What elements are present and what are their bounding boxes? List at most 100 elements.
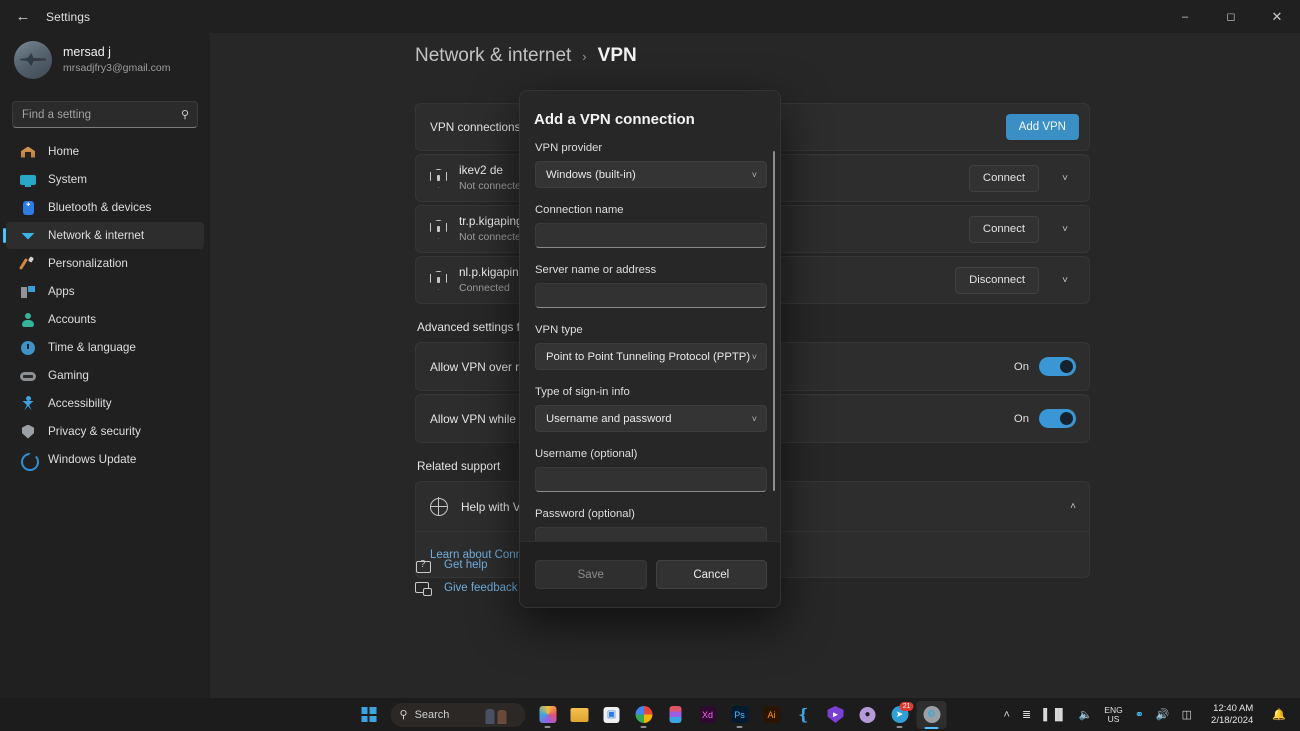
- add-vpn-button[interactable]: Add VPN: [1005, 114, 1079, 140]
- shield-app-icon: ►: [827, 706, 844, 723]
- taskbar-shield-app[interactable]: ►: [821, 701, 851, 729]
- field-label: Connection name: [535, 204, 624, 216]
- search-input[interactable]: [22, 108, 172, 121]
- get-help-link[interactable]: Get help: [415, 553, 518, 576]
- taskbar-photoshop[interactable]: Ps: [725, 701, 755, 729]
- give-feedback-link[interactable]: Give feedback: [415, 576, 518, 599]
- microsoft-store-icon: ▣: [603, 706, 620, 723]
- toggle-roaming[interactable]: [1039, 409, 1076, 428]
- vpn-shield-icon: [430, 271, 447, 290]
- vpn-disconnect-button[interactable]: Disconnect: [955, 266, 1039, 294]
- taskbar-settings[interactable]: ⚙: [916, 700, 947, 729]
- taskbar-store[interactable]: ▣: [597, 701, 627, 729]
- sidebar-item-personalization[interactable]: Personalization: [6, 250, 204, 277]
- bell-icon[interactable]: 🔔: [1266, 698, 1292, 731]
- field-password: Password (optional): [520, 508, 780, 543]
- sliders-icon[interactable]: ≣: [1016, 698, 1037, 731]
- sidebar-item-privacy[interactable]: Privacy & security: [6, 418, 204, 445]
- taskbar-telegram[interactable]: ➤ 21: [885, 701, 915, 729]
- vpn-type-select[interactable]: Point to Point Tunneling Protocol (PPTP)…: [535, 343, 767, 370]
- chevron-down-icon[interactable]: ˅: [1051, 173, 1079, 184]
- vpn-connect-button[interactable]: Connect: [968, 215, 1039, 243]
- figma-icon: [669, 706, 682, 723]
- microphone-icon[interactable]: 🔈: [1073, 698, 1099, 731]
- close-button[interactable]: ✕: [1254, 0, 1300, 33]
- system-tray: ˄ ≣ ▌▐▌ 🔈 ENG US ⚭ 🔊 ◫ 12:40 AM 2/18/202…: [998, 698, 1292, 731]
- illustrator-icon: Ai: [763, 706, 780, 723]
- update-icon: [20, 452, 39, 471]
- window-title: Settings: [46, 9, 91, 24]
- sidebar-item-gaming[interactable]: Gaming: [6, 362, 204, 389]
- taskbar-search[interactable]: ⚲ Search: [390, 702, 526, 727]
- dialog-scrollbar[interactable]: [773, 151, 775, 491]
- maximize-button[interactable]: ◻: [1208, 0, 1254, 33]
- save-button[interactable]: Save: [535, 560, 647, 589]
- start-button[interactable]: [354, 701, 384, 729]
- taskbar-file-explorer[interactable]: [565, 701, 595, 729]
- account-profile[interactable]: mersad j mrsadjfry3@gmail.com: [0, 33, 210, 91]
- username-input[interactable]: [535, 467, 767, 492]
- minimize-button[interactable]: –: [1162, 0, 1208, 33]
- sidebar-item-home[interactable]: Home: [6, 138, 204, 165]
- battery-icon[interactable]: ◫: [1176, 698, 1198, 731]
- volume-icon[interactable]: 🔊: [1150, 698, 1176, 731]
- server-name-input[interactable]: [535, 283, 767, 308]
- sidebar-item-accessibility[interactable]: Accessibility: [6, 390, 204, 417]
- sidebar-item-label: Bluetooth & devices: [48, 201, 152, 214]
- page-title: VPN: [597, 45, 637, 66]
- field-label: Username (optional): [535, 448, 638, 460]
- connection-name-input[interactable]: [535, 223, 767, 248]
- sidebar-item-apps[interactable]: Apps: [6, 278, 204, 305]
- signin-type-select[interactable]: Username and password ˅: [535, 405, 767, 432]
- add-vpn-dialog: Add a VPN connection VPN provider Window…: [519, 90, 781, 608]
- sidebar-item-time[interactable]: Time & language: [6, 334, 204, 361]
- equalizer-icon[interactable]: ▌▐▌: [1037, 698, 1072, 731]
- network-icon[interactable]: ⚭: [1129, 698, 1150, 731]
- chevron-down-icon[interactable]: ˅: [1051, 275, 1079, 286]
- chevron-up-icon[interactable]: ˄: [1070, 501, 1076, 512]
- select-value: Point to Point Tunneling Protocol (PPTP): [546, 350, 751, 363]
- taskbar-vscode[interactable]: ❴: [789, 701, 819, 729]
- taskbar-figma[interactable]: [661, 701, 691, 729]
- chevron-down-icon[interactable]: ˅: [1051, 224, 1079, 235]
- wifi-icon: [20, 228, 36, 244]
- search-container: ⚲: [12, 101, 198, 128]
- vpn-shield-icon: [430, 220, 447, 239]
- taskbar: ⚲ Search ▣ Xd Ps Ai ❴ ► ● ➤ 21 ⚙ ˄ ≣ ▌▐▌…: [0, 698, 1300, 731]
- shield-icon: [20, 424, 36, 440]
- vpn-provider-select[interactable]: Windows (built-in) ˅: [535, 161, 767, 188]
- taskbar-illustrator[interactable]: Ai: [757, 701, 787, 729]
- breadcrumb-parent[interactable]: Network & internet: [415, 45, 571, 67]
- taskbar-github[interactable]: ●: [853, 701, 883, 729]
- search-icon: ⚲: [180, 109, 189, 121]
- cancel-button[interactable]: Cancel: [655, 560, 767, 589]
- sidebar-item-network[interactable]: Network & internet: [3, 222, 204, 249]
- sidebar-item-label: Personalization: [48, 257, 128, 270]
- back-button[interactable]: ←: [0, 0, 46, 33]
- github-icon: ●: [859, 706, 876, 723]
- taskbar-photos[interactable]: [533, 701, 563, 729]
- tray-expand-chevron[interactable]: ˄: [998, 698, 1016, 731]
- settings-icon: ⚙: [923, 706, 940, 723]
- search-box[interactable]: [12, 101, 198, 128]
- select-value: Username and password: [546, 412, 672, 425]
- toggle-metered[interactable]: [1039, 357, 1076, 376]
- search-icon: ⚲: [399, 709, 408, 721]
- vpn-connect-button[interactable]: Connect: [968, 164, 1039, 192]
- clock[interactable]: 12:40 AM 2/18/2024: [1198, 698, 1266, 731]
- window-controls: – ◻ ✕: [1162, 0, 1300, 33]
- account-icon: [20, 312, 36, 328]
- give-feedback-label: Give feedback: [444, 581, 518, 594]
- sidebar-item-bluetooth[interactable]: Bluetooth & devices: [6, 194, 204, 221]
- sidebar-item-accounts[interactable]: Accounts: [6, 306, 204, 333]
- account-name: mersad j: [63, 45, 111, 60]
- sidebar-item-system[interactable]: System: [6, 166, 204, 193]
- language-indicator[interactable]: ENG US: [1098, 698, 1128, 731]
- taskbar-chrome[interactable]: [629, 701, 659, 729]
- field-vpn-provider: VPN provider Windows (built-in) ˅: [520, 142, 780, 188]
- taskbar-adobe-xd[interactable]: Xd: [693, 701, 723, 729]
- select-value: Windows (built-in): [546, 168, 636, 181]
- system-icon: [20, 172, 36, 188]
- home-icon: [20, 144, 36, 160]
- sidebar-item-windows-update[interactable]: Windows Update: [6, 446, 204, 473]
